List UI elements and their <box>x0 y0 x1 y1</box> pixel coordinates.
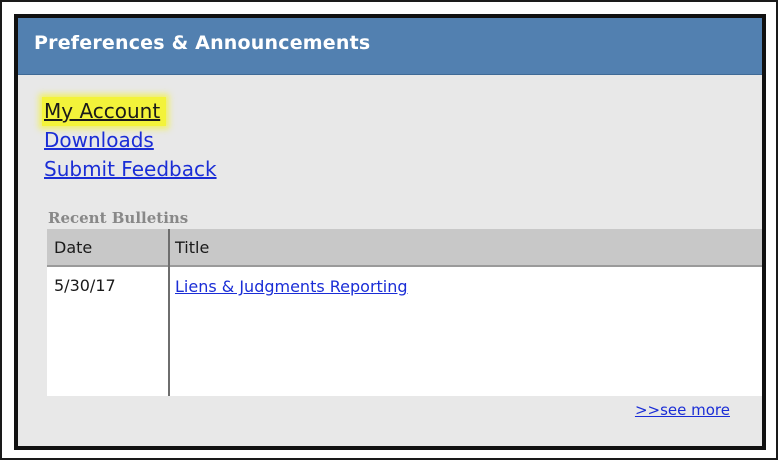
bulletin-title-link[interactable]: Liens & Judgments Reporting <box>175 277 408 296</box>
preferences-panel: Preferences & Announcements My Account D… <box>14 14 766 450</box>
bulletins-table: Date Title 5/30/17 Liens & Judgments Rep… <box>47 229 762 396</box>
see-more-link[interactable]: >>see more <box>635 401 730 419</box>
screenshot-frame: Preferences & Announcements My Account D… <box>0 0 778 460</box>
recent-bulletins-heading: Recent Bulletins <box>48 209 189 227</box>
my-account-link[interactable]: My Account <box>42 97 167 126</box>
submit-feedback-link[interactable]: Submit Feedback <box>44 155 217 184</box>
column-header-date: Date <box>54 238 93 257</box>
panel-header: Preferences & Announcements <box>18 18 762 75</box>
panel-title: Preferences & Announcements <box>34 32 371 54</box>
column-divider <box>168 229 170 396</box>
account-links: My Account Downloads Submit Feedback <box>42 97 217 184</box>
table-header-row: Date Title <box>47 229 762 267</box>
column-header-title: Title <box>175 238 210 257</box>
bulletin-date: 5/30/17 <box>54 276 116 295</box>
downloads-link[interactable]: Downloads <box>44 126 154 155</box>
